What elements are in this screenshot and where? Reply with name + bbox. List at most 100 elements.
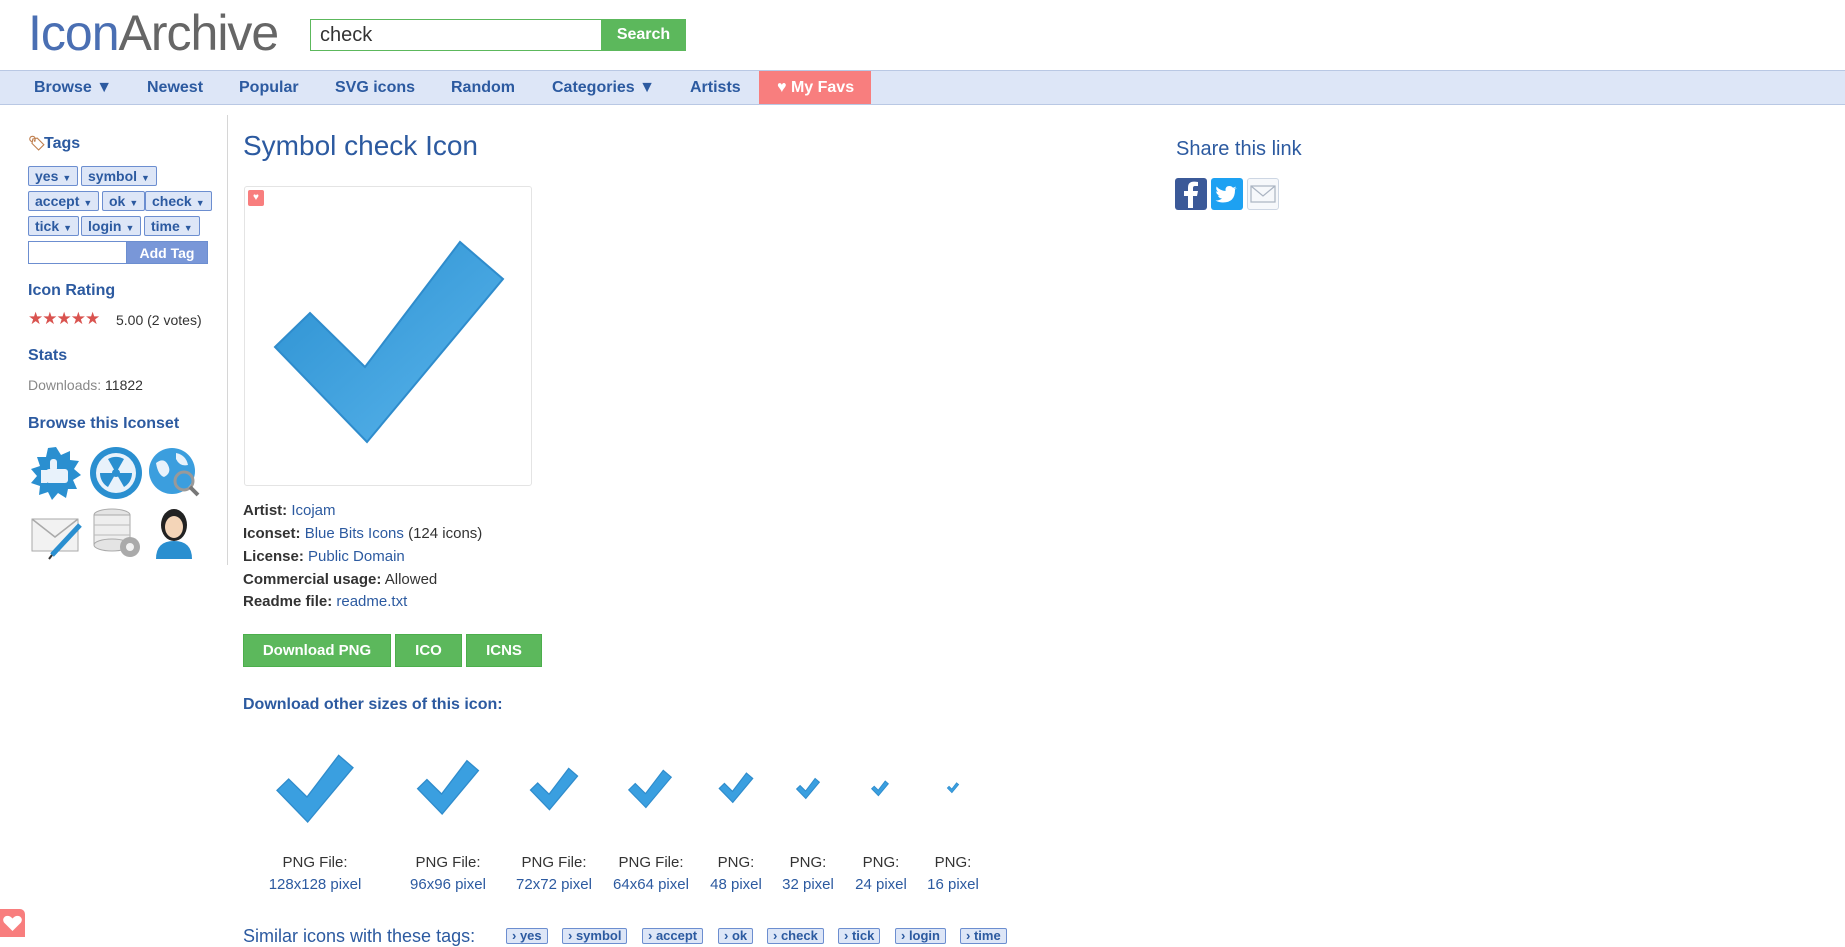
- license-line: License: Public Domain: [243, 548, 405, 565]
- tags-heading: 🏷Tags: [28, 135, 81, 152]
- similar-tag-time[interactable]: › time: [960, 928, 1007, 944]
- size-label-24: PNG:: [862, 854, 900, 871]
- check-128-icon[interactable]: [255, 737, 375, 837]
- nav-my-favs[interactable]: ♥ My Favs: [759, 71, 871, 104]
- site-header: IconArchive Search: [0, 0, 1845, 70]
- stats-heading: Stats: [28, 347, 68, 364]
- icon-preview: ♥: [244, 186, 532, 486]
- logo-archive-text: Archive: [118, 5, 280, 61]
- size-link-32[interactable]: 32 pixel: [768, 876, 848, 893]
- size-label-128: PNG File:: [282, 854, 348, 871]
- tag-icon: 🏷: [28, 135, 46, 151]
- browse-iconset-heading: Browse this Iconset: [28, 415, 180, 432]
- mail-pen-icon[interactable]: [28, 505, 84, 561]
- size-label-32: PNG:: [789, 854, 827, 871]
- download-ico-button[interactable]: ICO: [395, 634, 462, 667]
- share-heading: Share this link: [1176, 138, 1302, 160]
- size-link-16[interactable]: 16 pixel: [913, 876, 993, 893]
- license-link[interactable]: Public Domain: [308, 548, 405, 565]
- rating-heading: Icon Rating: [28, 282, 116, 299]
- size-link-72[interactable]: 72x72 pixel: [504, 876, 604, 893]
- tag-check[interactable]: check ▼: [145, 191, 212, 211]
- similar-tag-yes[interactable]: › yes: [506, 928, 548, 944]
- similar-tag-check[interactable]: › check: [767, 928, 824, 944]
- check-16-icon[interactable]: [945, 780, 961, 795]
- thumbs-up-icon[interactable]: [28, 445, 84, 501]
- similar-tag-symbol[interactable]: › symbol: [562, 928, 628, 944]
- add-tag-button[interactable]: Add Tag: [126, 241, 208, 264]
- nav-svg-icons[interactable]: SVG icons: [317, 71, 433, 104]
- size-link-48[interactable]: 48 pixel: [696, 876, 776, 893]
- tag-login[interactable]: login ▼: [81, 216, 142, 236]
- search-button[interactable]: Search: [601, 19, 686, 51]
- tag-tick[interactable]: tick ▼: [28, 216, 80, 236]
- size-label-96: PNG File:: [415, 854, 481, 871]
- nav-newest[interactable]: Newest: [129, 71, 221, 104]
- similar-tag-ok[interactable]: › ok: [718, 928, 754, 944]
- check-32-icon[interactable]: [792, 773, 824, 803]
- tag-symbol[interactable]: symbol ▼: [81, 166, 157, 186]
- tag-time[interactable]: time ▼: [144, 216, 200, 236]
- check-48-icon[interactable]: [712, 765, 760, 809]
- globe-search-icon[interactable]: [146, 445, 202, 501]
- caret-down-icon: ▼: [62, 173, 72, 183]
- download-icns-button[interactable]: ICNS: [466, 634, 542, 667]
- caret-down-icon: ▼: [125, 223, 135, 233]
- downloads-value: 11822: [105, 377, 143, 393]
- logo-icon-text: Icon: [28, 5, 120, 61]
- iconset-link[interactable]: Blue Bits Icons: [305, 525, 404, 542]
- size-link-96[interactable]: 96x96 pixel: [398, 876, 498, 893]
- caret-down-icon: ▼: [141, 173, 150, 183]
- check-24-icon[interactable]: [868, 777, 892, 799]
- main-nav: Browse ▼ Newest Popular SVG icons Random…: [0, 70, 1845, 105]
- page-title: Symbol check Icon: [243, 130, 478, 161]
- rating-text: 5.00 (2 votes): [116, 312, 202, 328]
- size-label-16: PNG:: [934, 854, 972, 871]
- similar-tag-accept[interactable]: › accept: [642, 928, 704, 944]
- check-64-icon[interactable]: [618, 760, 682, 816]
- radiation-icon[interactable]: [88, 445, 144, 501]
- similar-tag-tick[interactable]: › tick: [838, 928, 881, 944]
- tag-ok[interactable]: ok ▼: [102, 191, 146, 211]
- add-favorite-heart-icon[interactable]: ♥: [248, 190, 264, 206]
- other-sizes-heading: Download other sizes of this icon:: [243, 696, 503, 713]
- check-mark-icon: [273, 240, 505, 444]
- size-label-72: PNG File:: [521, 854, 587, 871]
- size-link-24[interactable]: 24 pixel: [841, 876, 921, 893]
- size-label-48: PNG:: [717, 854, 755, 871]
- size-label-64: PNG File:: [618, 854, 684, 871]
- similar-tag-login[interactable]: › login: [895, 928, 946, 944]
- site-logo[interactable]: IconArchive: [28, 5, 280, 61]
- user-female-icon[interactable]: [146, 505, 202, 561]
- check-72-icon[interactable]: [519, 757, 589, 819]
- caret-down-icon: ▼: [129, 198, 139, 208]
- commercial-usage-line: Commercial usage: Allowed: [243, 571, 438, 588]
- nav-artists[interactable]: Artists: [672, 71, 759, 104]
- readme-link[interactable]: readme.txt: [336, 593, 407, 610]
- add-tag-input[interactable]: [28, 241, 127, 264]
- tag-accept[interactable]: accept ▼: [28, 191, 100, 211]
- nav-random[interactable]: Random: [433, 71, 533, 104]
- readme-line: Readme file: readme.txt: [243, 593, 408, 610]
- artist-link[interactable]: Icojam: [291, 502, 335, 519]
- size-link-128[interactable]: 128x128 pixel: [255, 876, 375, 893]
- favorites-corner-button[interactable]: [0, 909, 25, 937]
- twitter-icon[interactable]: [1211, 178, 1243, 210]
- sidebar-divider: [227, 115, 228, 565]
- download-png-button[interactable]: Download PNG: [243, 634, 391, 667]
- nav-browse[interactable]: Browse ▼: [16, 71, 130, 104]
- database-gear-icon[interactable]: [88, 505, 144, 561]
- email-icon[interactable]: [1247, 178, 1279, 210]
- rating-stars[interactable]: ★★★★★: [28, 309, 100, 329]
- facebook-icon[interactable]: [1175, 178, 1207, 210]
- iconset-line: Iconset: Blue Bits Icons (124 icons): [243, 525, 483, 542]
- search-input[interactable]: [310, 19, 602, 51]
- sidebar: 🏷Tags yes ▼ symbol ▼ accept ▼ ok ▼ check ▼ ti…: [28, 115, 228, 565]
- artist-line: Artist: Icojam: [243, 502, 336, 519]
- check-96-icon[interactable]: [404, 746, 492, 826]
- caret-down-icon: ▼: [183, 223, 193, 233]
- nav-categories[interactable]: Categories ▼: [534, 71, 673, 104]
- tag-yes[interactable]: yes ▼: [28, 166, 79, 186]
- size-link-64[interactable]: 64x64 pixel: [601, 876, 701, 893]
- nav-popular[interactable]: Popular: [221, 71, 317, 104]
